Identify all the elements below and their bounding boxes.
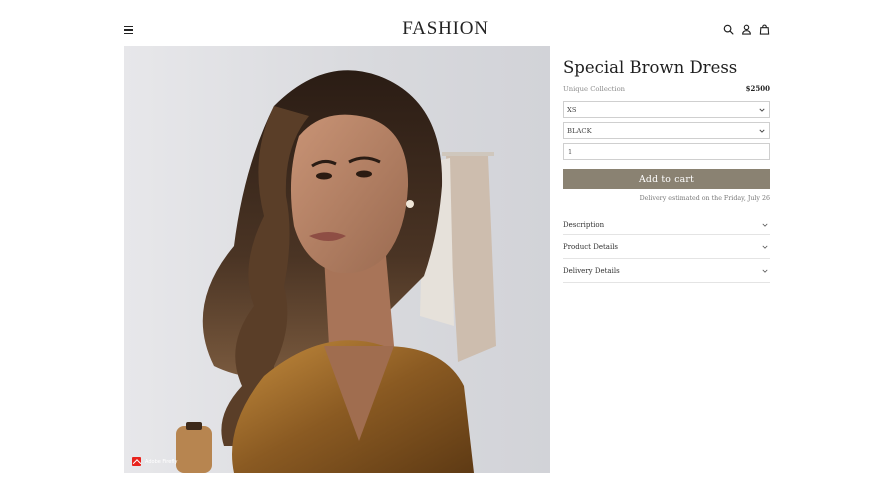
quantity-input[interactable]: 1 [563,143,770,160]
model-photo [124,46,550,473]
product-meta: Unique Collection $2500 [563,84,770,93]
header-actions [723,24,770,35]
size-select[interactable]: XS [563,101,770,118]
accordion-delivery-details[interactable]: Delivery Details [563,259,770,283]
chevron-down-icon [762,245,768,249]
product-info: Special Brown Dress Unique Collection $2… [563,58,770,283]
account-button[interactable] [741,24,752,35]
chevron-down-icon [759,129,765,133]
chevron-down-icon [762,223,768,227]
accordion-description[interactable]: Description [563,215,770,235]
user-icon [742,24,751,35]
search-button[interactable] [723,24,734,35]
firefly-badge-label: Adobe Firefly [145,458,178,465]
accordion-label: Delivery Details [563,266,620,275]
delivery-estimate: Delivery estimated on the Friday, July 2… [639,195,770,202]
color-select[interactable]: BLACK [563,122,770,139]
product-title: Special Brown Dress [563,58,738,77]
search-icon [723,24,734,35]
chevron-down-icon [762,269,768,273]
firefly-badge: Adobe Firefly [132,457,177,466]
accordion-label: Description [563,220,605,229]
product-image[interactable]: Adobe Firefly [124,46,550,473]
bag-icon [759,24,770,35]
collection-label: Unique Collection [563,84,626,93]
cart-button[interactable] [759,24,770,35]
chevron-down-icon [759,108,765,112]
product-price: $2500 [745,84,770,93]
product-accordion: Description Product Details Delivery Det… [563,215,770,283]
accordion-label: Product Details [563,242,619,251]
quantity-value: 1 [568,147,573,156]
add-to-cart-button[interactable]: Add to cart [563,169,770,189]
color-select-value: BLACK [567,126,592,135]
adobe-logo-icon [132,457,141,466]
accordion-product-details[interactable]: Product Details [563,235,770,259]
size-select-value: XS [567,105,577,114]
